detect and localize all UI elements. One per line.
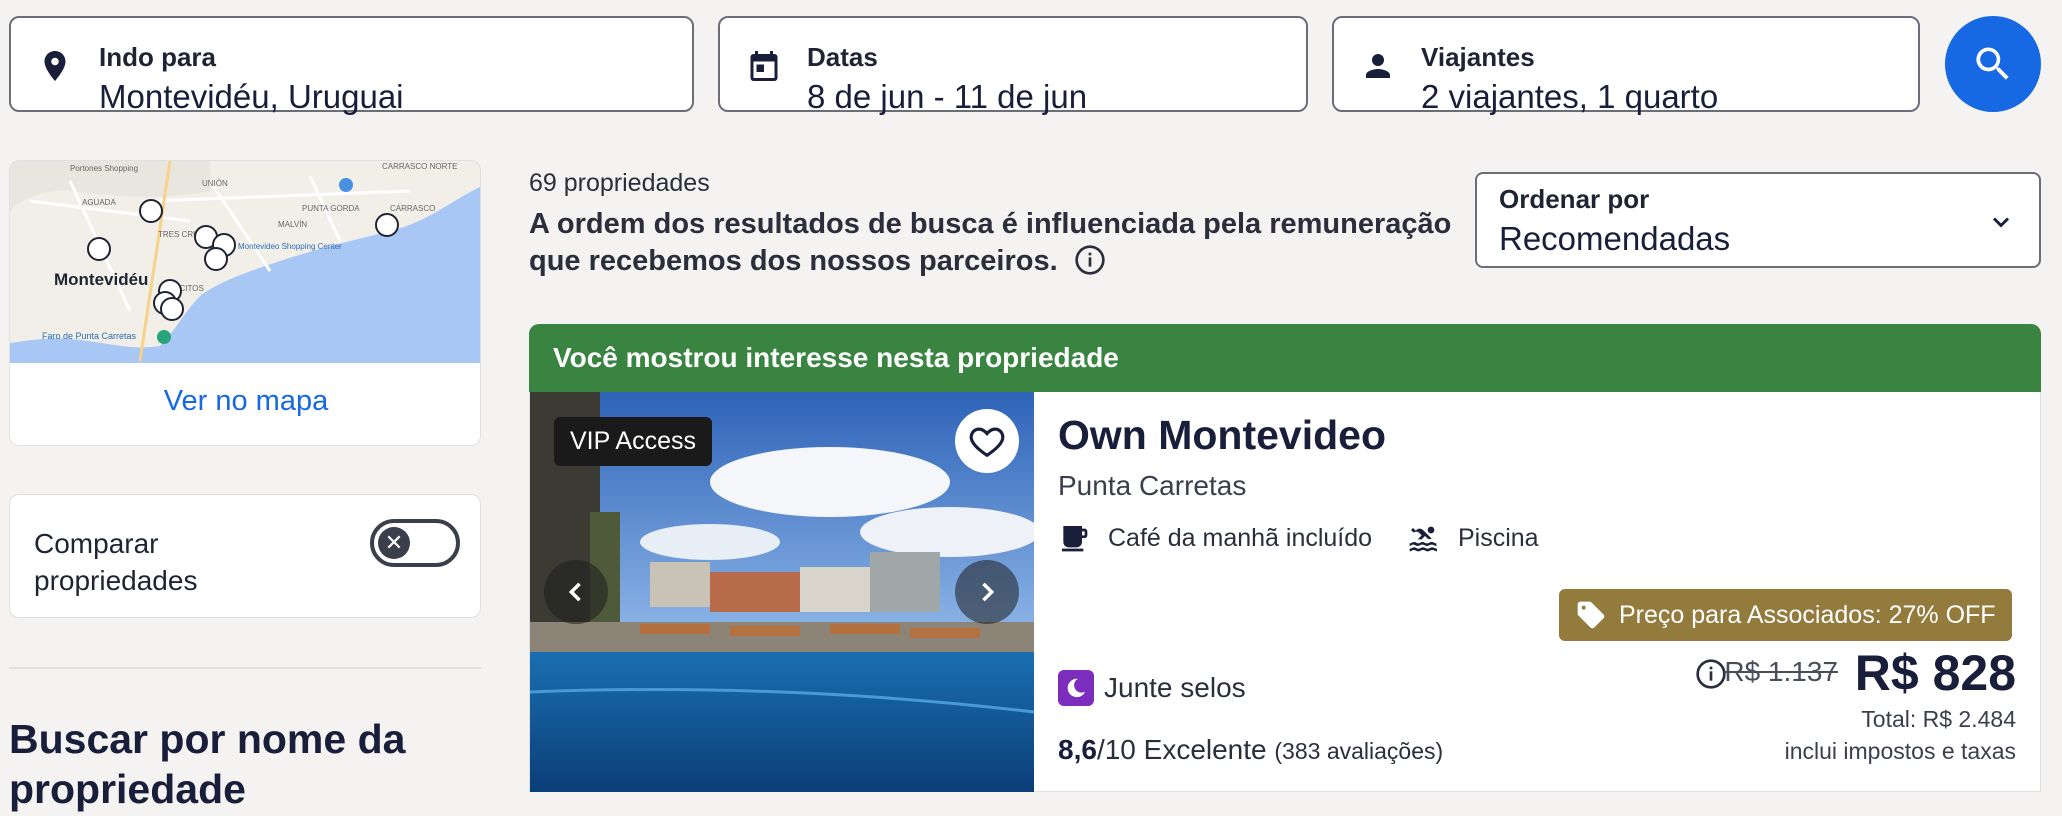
info-icon[interactable] <box>1074 244 1106 276</box>
amenity-pool: Piscina <box>1406 522 1539 554</box>
collect-stamps: Junte selos <box>1058 670 1246 706</box>
chevron-right-icon <box>982 582 995 602</box>
map-place-label: Portones Shopping <box>70 164 138 173</box>
taxes-note: inclui impostos e taxas <box>1784 738 2016 764</box>
interest-banner: Você mostrou interesse nesta propriedade <box>529 324 2041 392</box>
dates-field[interactable]: Datas 8 de jun - 11 de jun <box>718 16 1308 115</box>
member-price-badge: Preço para Associados: 27% OFF <box>1559 589 2012 641</box>
current-price: R$ 828 <box>1854 645 2016 701</box>
rating: 8,6/10 Excelente (383 avaliações) <box>1058 734 1443 766</box>
heart-icon <box>969 427 1005 458</box>
close-icon: ✕ <box>378 527 410 559</box>
dates-label: Datas <box>807 42 878 72</box>
view-on-map-link[interactable]: Ver no mapa <box>10 385 480 418</box>
dates-value[interactable]: 8 de jun - 11 de jun <box>807 78 1087 116</box>
search-by-name-heading: Buscar por nome da propriedade <box>9 716 406 812</box>
favorite-button[interactable] <box>955 409 1019 473</box>
results-disclaimer: A ordem dos resultados de busca é influe… <box>529 206 1459 280</box>
map-city-label: Montevidéu <box>54 270 148 289</box>
travelers-value[interactable]: 2 viajantes, 1 quarto <box>1421 78 1718 116</box>
travelers-label: Viajantes <box>1421 42 1535 72</box>
lighthouse-poi-icon <box>157 330 171 344</box>
divider <box>9 667 481 669</box>
sort-dropdown[interactable]: Ordenar por Recomendadas <box>1475 172 2041 268</box>
compare-label: Comparar propriedades <box>34 528 198 596</box>
travelers-field[interactable]: Viajantes 2 viajantes, 1 quarto <box>1332 16 1920 115</box>
vip-access-badge: VIP Access <box>554 417 712 466</box>
map-place-label: CARRASCO NORTE <box>382 162 457 171</box>
chevron-left-icon <box>568 582 581 602</box>
interest-banner-text: Você mostrou interesse nesta propriedade <box>553 342 1119 373</box>
shopping-poi-icon <box>339 178 353 192</box>
map-thumbnail[interactable]: Portones Shopping CARRASCO NORTE PUNTA G… <box>10 161 481 363</box>
sort-value: Recomendadas <box>1499 220 1731 257</box>
search-button[interactable] <box>1945 16 2041 112</box>
destination-field[interactable]: Indo para Montevidéu, Uruguai <box>9 16 694 115</box>
search-icon <box>1976 47 2009 80</box>
person-icon <box>1366 54 1390 78</box>
map-place-label: AGUADA <box>82 198 116 207</box>
previous-photo-button[interactable] <box>544 560 608 624</box>
map-card[interactable]: Portones Shopping CARRASCO NORTE PUNTA G… <box>9 160 481 446</box>
compare-toggle[interactable]: ✕ <box>370 519 460 567</box>
map-place-label: Faro de Punta Carretas <box>42 331 137 341</box>
original-price: R$ 1.137 <box>1724 656 1838 687</box>
results-count: 69 propriedades <box>529 169 710 197</box>
calendar-icon <box>750 51 778 81</box>
hotel-location: Punta Carretas <box>1058 470 1247 501</box>
next-photo-button[interactable] <box>955 560 1019 624</box>
destination-label: Indo para <box>99 42 217 72</box>
total-price: Total: R$ 2.484 <box>1861 706 2016 732</box>
property-photo[interactable]: VIP Access <box>530 392 1034 792</box>
amenity-label: Piscina <box>1458 523 1539 552</box>
map-place-label: UNIÓN <box>202 179 228 188</box>
tag-icon <box>1577 601 1605 629</box>
map-place-label: PUNTA GORDA <box>302 204 360 213</box>
rating-score: 8,6 <box>1058 734 1097 765</box>
amenity-label: Café da manhã incluído <box>1108 523 1373 552</box>
map-place-label: CARRASCO <box>390 204 435 213</box>
chevron-down-icon <box>1992 217 2010 228</box>
disclaimer-text: A ordem dos resultados de busca é influe… <box>529 208 1452 277</box>
rating-reviews: (383 avaliações) <box>1274 738 1444 764</box>
property-card[interactable]: VIP Access Own Montevideo Punta Carretas… <box>529 392 2041 792</box>
location-pin-icon <box>44 51 66 81</box>
collect-stamps-text: Junte selos <box>1104 672 1246 703</box>
map-place-label: Montevideo Shopping Center <box>238 242 342 251</box>
sort-label: Ordenar por <box>1499 184 1650 214</box>
moon-icon <box>1058 670 1094 706</box>
coffee-icon <box>1062 526 1088 552</box>
member-price-text: Preço para Associados: 27% OFF <box>1619 600 1996 629</box>
hotel-name[interactable]: Own Montevideo <box>1058 412 1386 459</box>
destination-value[interactable]: Montevidéu, Uruguai <box>99 78 404 116</box>
map-place-label: MALVÍN <box>278 220 307 229</box>
rating-scale: /10 Excelente <box>1096 734 1267 765</box>
price-info-icon[interactable] <box>1695 658 1727 690</box>
compare-card: Comparar propriedades ✕ <box>9 494 481 618</box>
amenity-breakfast: Café da manhã incluído <box>1058 522 1372 554</box>
pool-icon <box>1409 526 1437 552</box>
